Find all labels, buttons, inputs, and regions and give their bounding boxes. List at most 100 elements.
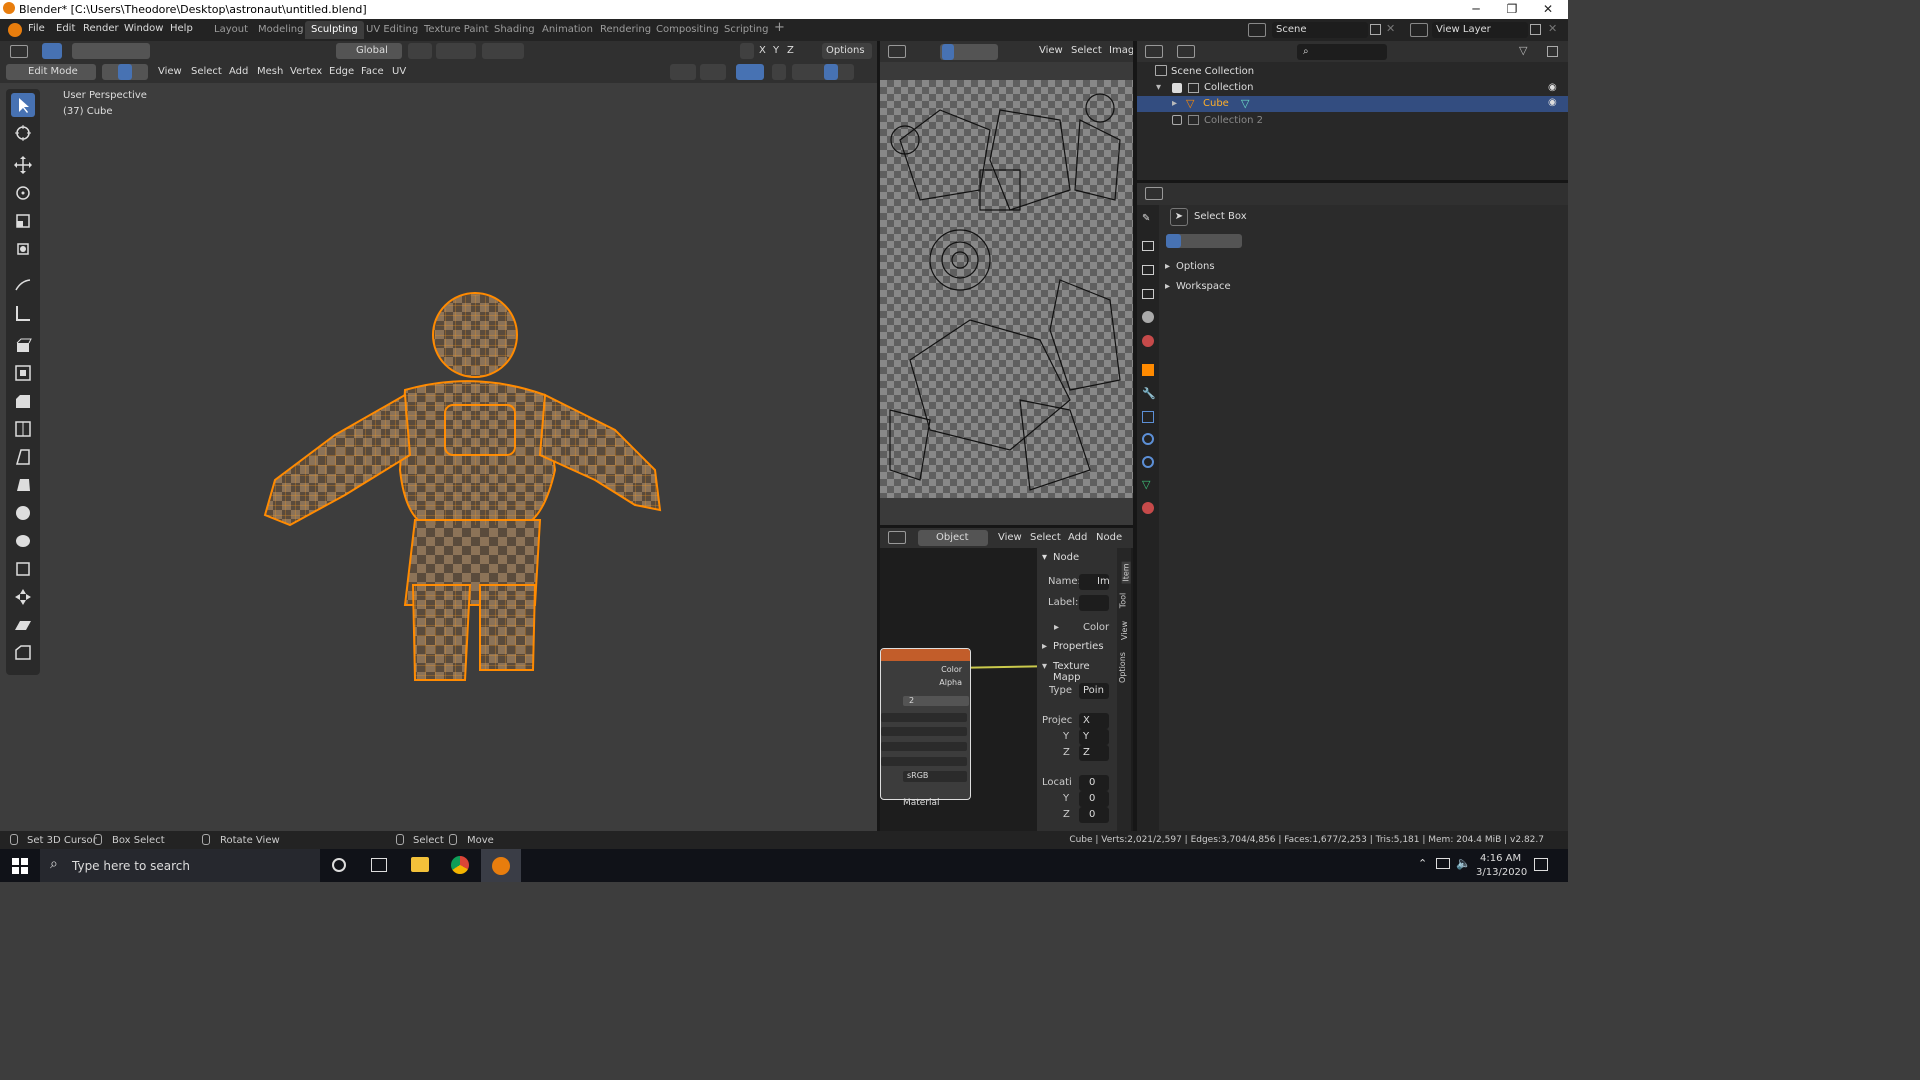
scene-icon[interactable] xyxy=(1248,23,1266,37)
chrome-icon[interactable] xyxy=(451,856,469,874)
properties-type-icon[interactable] xyxy=(1145,187,1163,200)
visibility-icon[interactable] xyxy=(670,64,696,80)
task-view-icon[interactable] xyxy=(371,858,387,872)
uv-menu-view[interactable]: View xyxy=(1039,45,1063,56)
node-section-arrow-icon[interactable]: ▾ xyxy=(1042,552,1047,563)
cursor-tool-icon[interactable] xyxy=(11,121,35,145)
xray-icon[interactable] xyxy=(772,64,786,80)
node-menu-node[interactable]: Node xyxy=(1096,532,1122,543)
options-expand-icon[interactable]: ▸ xyxy=(1165,261,1170,272)
blender-taskbar-button[interactable] xyxy=(481,849,521,882)
menu-render[interactable]: Render xyxy=(83,23,119,34)
collection-label[interactable]: Collection xyxy=(1204,82,1253,93)
transform-tool-icon[interactable] xyxy=(11,237,35,261)
measure-tool-icon[interactable] xyxy=(11,301,35,325)
uv-menu-select[interactable]: Select xyxy=(1071,45,1102,56)
axis-y[interactable]: Y xyxy=(773,45,779,56)
mapping-type-dropdown[interactable]: Poin xyxy=(1079,683,1109,699)
tab-compositing[interactable]: Compositing xyxy=(650,21,725,39)
location-y-field[interactable]: 0 xyxy=(1079,791,1109,807)
mirror-icon[interactable] xyxy=(740,43,754,59)
rotate-tool-icon[interactable] xyxy=(11,181,35,205)
extrude-tool-icon[interactable] xyxy=(11,333,35,357)
pivot-icon[interactable] xyxy=(408,43,432,59)
node-menu-add[interactable]: Add xyxy=(1068,532,1087,543)
extension-dropdown[interactable] xyxy=(881,742,967,751)
annotate-tool-icon[interactable] xyxy=(11,273,35,297)
mesh-data-icon[interactable]: ▽ xyxy=(1241,97,1249,110)
menu-edge[interactable]: Edge xyxy=(329,66,354,77)
delete-view-layer-icon[interactable]: ✕ xyxy=(1548,22,1557,35)
outliner-search-input[interactable]: ⌕ xyxy=(1297,44,1387,60)
tab-item[interactable]: Item xyxy=(1121,561,1131,584)
menu-view[interactable]: View xyxy=(158,66,182,77)
bevel-tool-icon[interactable] xyxy=(11,389,35,413)
texture-mapping-expand-icon[interactable]: ▾ xyxy=(1042,661,1047,672)
cube-label[interactable]: Cube xyxy=(1203,98,1229,109)
color-expand-icon[interactable]: ▸ xyxy=(1054,622,1059,633)
view-layer-field[interactable]: View Layer xyxy=(1432,22,1528,38)
view-layer-icon[interactable] xyxy=(1410,23,1428,37)
data-tab-icon[interactable]: ▽ xyxy=(1142,478,1154,491)
texture-mapping-label[interactable]: Texture Mapp xyxy=(1053,661,1117,683)
scale-tool-icon[interactable] xyxy=(11,209,35,233)
menu-vertex[interactable]: Vertex xyxy=(290,66,322,77)
selection-mode-buttons[interactable] xyxy=(72,43,150,59)
snap-icon[interactable] xyxy=(436,43,476,59)
scene-tab-icon[interactable] xyxy=(1142,311,1154,323)
tab-layout[interactable]: Layout xyxy=(208,21,254,39)
tab-tool[interactable]: Tool xyxy=(1118,593,1127,609)
area-divider[interactable] xyxy=(880,525,1133,528)
volume-icon[interactable]: 🔈 xyxy=(1456,856,1471,870)
cortana-icon[interactable] xyxy=(332,858,346,872)
node-label-field[interactable] xyxy=(1079,595,1109,611)
tab-texture-paint[interactable]: Texture Paint xyxy=(418,21,495,39)
location-x-field[interactable]: 0 xyxy=(1079,775,1109,791)
collection-2-label[interactable]: Collection 2 xyxy=(1204,115,1263,126)
location-z-field[interactable]: 0 xyxy=(1079,807,1109,823)
node-menu-select[interactable]: Select xyxy=(1030,532,1061,543)
clock-date[interactable]: 3/13/2020 xyxy=(1476,867,1527,878)
spin-tool-icon[interactable] xyxy=(11,501,35,525)
image-texture-node-header[interactable] xyxy=(881,649,970,661)
new-scene-icon[interactable] xyxy=(1370,24,1381,35)
add-workspace-button[interactable]: + xyxy=(768,19,791,37)
taskbar-search-box[interactable]: ⌕ Type here to search xyxy=(40,849,320,882)
solid-shading-icon[interactable] xyxy=(824,64,838,80)
material-tab-icon[interactable] xyxy=(1142,502,1154,514)
tab-options[interactable]: Options xyxy=(1118,652,1127,683)
tab-animation[interactable]: Animation xyxy=(536,21,599,39)
network-icon[interactable] xyxy=(1436,858,1450,869)
outliner-type-icon[interactable] xyxy=(1145,45,1163,58)
tray-chevron-icon[interactable]: ⌃ xyxy=(1418,857,1427,870)
projection-z-dropdown[interactable]: Z xyxy=(1079,745,1109,761)
particles-tab-icon[interactable] xyxy=(1142,411,1154,423)
collection-visibility-icon[interactable]: ◉ xyxy=(1548,82,1557,93)
axis-z[interactable]: Z xyxy=(787,45,794,56)
astronaut-mesh[interactable] xyxy=(255,285,675,695)
properties-panel-label[interactable]: Properties xyxy=(1053,641,1104,652)
delete-scene-icon[interactable]: ✕ xyxy=(1386,22,1395,35)
menu-add[interactable]: Add xyxy=(229,66,248,77)
cube-expand-icon[interactable]: ▸ xyxy=(1172,98,1177,109)
menu-window[interactable]: Window xyxy=(124,23,163,34)
projection-x-dropdown[interactable]: X xyxy=(1079,713,1109,729)
area-divider[interactable] xyxy=(1133,41,1137,831)
menu-face[interactable]: Face xyxy=(361,66,384,77)
clock-time[interactable]: 4:16 AM xyxy=(1480,853,1521,864)
area-divider[interactable] xyxy=(1137,180,1568,183)
edge-slide-tool-icon[interactable] xyxy=(11,557,35,581)
new-view-layer-icon[interactable] xyxy=(1530,24,1541,35)
tab-shading[interactable]: Shading xyxy=(488,21,541,39)
maximize-button[interactable]: ❐ xyxy=(1494,0,1530,19)
gizmo-icon[interactable] xyxy=(700,64,726,80)
windows-start-icon[interactable] xyxy=(12,858,28,874)
overlays-icon[interactable] xyxy=(736,64,764,80)
filter-icon[interactable]: ▽ xyxy=(1519,44,1527,57)
projection-dropdown[interactable] xyxy=(881,727,967,736)
world-tab-icon[interactable] xyxy=(1142,335,1154,347)
scene-name-field[interactable]: Scene xyxy=(1272,22,1368,38)
menu-uv[interactable]: UV xyxy=(392,66,406,77)
menu-file[interactable]: File xyxy=(28,23,45,34)
properties-expand-icon[interactable]: ▸ xyxy=(1042,641,1047,652)
